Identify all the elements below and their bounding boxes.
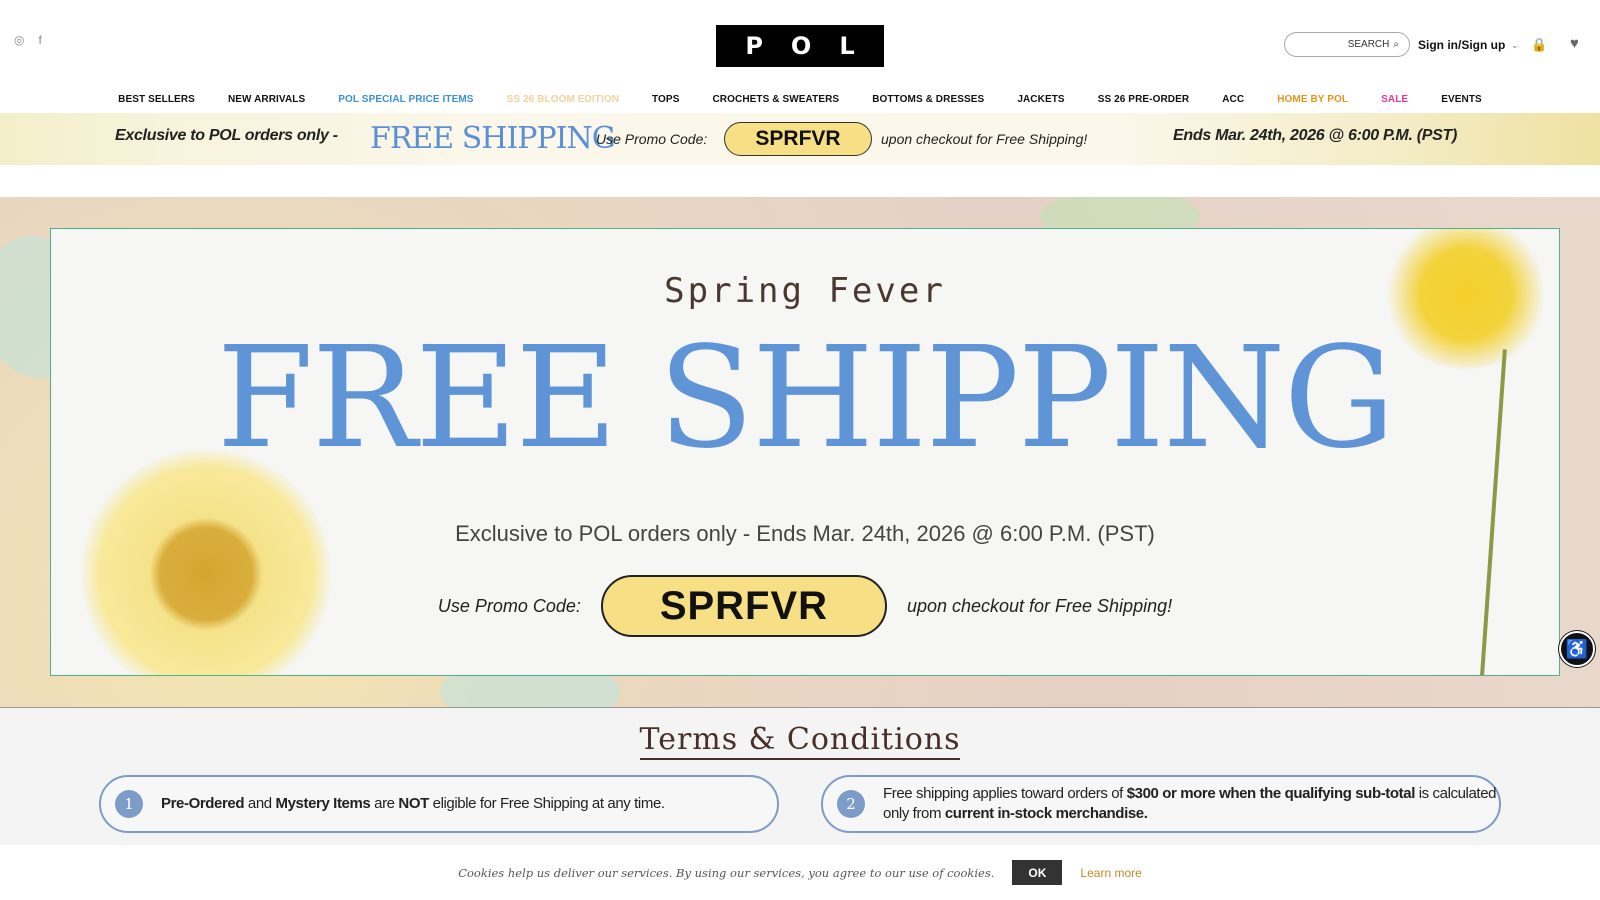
promo-strip[interactable]: Exclusive to POL orders only - FREE SHIP…: [0, 113, 1600, 165]
nav-item-crochets-sweaters[interactable]: CROCHETS & SWEATERS: [696, 92, 856, 114]
use-code-text: Use Promo Code:: [437, 595, 581, 616]
promo-code: SPRFVR: [600, 575, 887, 637]
strip-use-code-text: Use Promo Code:: [596, 131, 708, 147]
term-text: Free shipping applies toward orders of $…: [883, 784, 1499, 825]
cookie-bar: Cookies help us deliver our services. By…: [0, 845, 1600, 900]
free-shipping-title: FREE SHIPPING: [216, 317, 1396, 480]
signin-label: Sign in/Sign up: [1418, 38, 1506, 52]
strip-promo-code: SPRFVR: [724, 122, 872, 156]
term-emphasis: Mystery Items: [275, 794, 371, 812]
social-links: ◎ f: [14, 33, 42, 47]
learn-more-link[interactable]: Learn more: [1080, 866, 1141, 880]
heart-icon[interactable]: ♥: [1570, 35, 1579, 52]
signin-link[interactable]: Sign in/Sign up ⌄: [1418, 38, 1518, 52]
term-number: 2: [837, 790, 865, 818]
term-emphasis: Pre-Ordered: [161, 794, 245, 812]
nav-item-pol-special-price-items[interactable]: POL SPECIAL PRICE ITEMS: [322, 92, 490, 114]
nav-item-jackets[interactable]: JACKETS: [1001, 92, 1081, 114]
term-item-1: 1 Pre-Ordered and Mystery Items are NOT …: [99, 775, 779, 833]
term-emphasis: current in-stock merchandise.: [944, 805, 1148, 822]
cookie-ok-button[interactable]: OK: [1012, 860, 1063, 885]
upon-text: upon checkout for Free Shipping!: [906, 595, 1173, 616]
nav-item-tops[interactable]: TOPS: [636, 92, 696, 114]
term-fragment: and: [244, 794, 276, 812]
main-nav: BEST SELLERS NEW ARRIVALS POL SPECIAL PRIC…: [0, 92, 1600, 114]
strip-upon-text: upon checkout for Free Shipping!: [881, 131, 1088, 147]
sunflower-image: [81, 449, 331, 675]
term-text: Pre-Ordered and Mystery Items are NOT el…: [161, 794, 665, 814]
terms-section: Terms & Conditions 1 Pre-Ordered and Mys…: [0, 707, 1600, 845]
hero-banner: Spring Fever FREE SHIPPING Exclusive to …: [0, 197, 1600, 707]
nav-item-sale[interactable]: SALE: [1365, 92, 1425, 114]
instagram-icon[interactable]: ◎: [14, 33, 24, 47]
terms-title: Terms & Conditions: [0, 722, 1600, 760]
promo-card: Spring Fever FREE SHIPPING Exclusive to …: [50, 228, 1560, 676]
cookie-message: Cookies help us deliver our services. By…: [458, 865, 995, 880]
exclusive-text: Exclusive to POL orders only - Ends Mar.…: [455, 521, 1155, 546]
search-icon: ⌕: [1393, 39, 1399, 50]
search-box[interactable]: SEARCH ⌕: [1284, 32, 1410, 57]
strip-exclusive-text: Exclusive to POL orders only -: [115, 127, 338, 144]
shopping-bag-icon[interactable]: 🔒: [1531, 37, 1547, 53]
term-emphasis: $300 or more when the qualifying sub-tot…: [1126, 784, 1416, 802]
nav-item-bottoms-dresses[interactable]: BOTTOMS & DRESSES: [856, 92, 1001, 114]
strip-free-shipping: FREE SHIPPING: [370, 121, 616, 156]
term-number: 1: [115, 790, 143, 818]
search-label: SEARCH: [1347, 39, 1390, 50]
term-fragment: eligible for Free Shipping at any time.: [428, 794, 665, 812]
nav-item-home-by-pol[interactable]: HOME BY POL: [1261, 92, 1365, 114]
nav-item-ss-26-bloom-edition[interactable]: SS 26 BLOOM EDITION: [490, 92, 635, 114]
term-fragment: are: [370, 794, 399, 812]
chevron-down-icon: ⌄: [1511, 40, 1519, 50]
nav-item-ss-26-pre-order[interactable]: SS 26 PRE-ORDER: [1081, 92, 1206, 114]
nav-item-new-arrivals[interactable]: NEW ARRIVALS: [211, 92, 321, 114]
term-fragment: Free shipping applies toward orders of: [883, 784, 1127, 802]
spring-fever-heading: Spring Fever: [664, 271, 946, 311]
nav-item-events[interactable]: EVENTS: [1425, 92, 1499, 114]
accessibility-icon[interactable]: ♿: [1559, 631, 1595, 667]
site-header: ◎ f POL SEARCH ⌕ Sign in/Sign up ⌄ 🔒 ♥: [0, 0, 1600, 92]
nav-item-best-sellers[interactable]: BEST SELLERS: [102, 92, 212, 114]
pol-logo[interactable]: POL: [716, 25, 884, 67]
promo-code-row: Use Promo Code: SPRFVR upon checkout for…: [51, 575, 1559, 637]
facebook-icon[interactable]: f: [38, 33, 41, 47]
term-item-2: 2 Free shipping applies toward orders of…: [821, 775, 1501, 833]
strip-ends-text: Ends Mar. 24th, 2026 @ 6:00 P.M. (PST): [1173, 127, 1458, 144]
nav-item-acc[interactable]: ACC: [1206, 92, 1261, 114]
term-emphasis: NOT: [398, 794, 429, 812]
